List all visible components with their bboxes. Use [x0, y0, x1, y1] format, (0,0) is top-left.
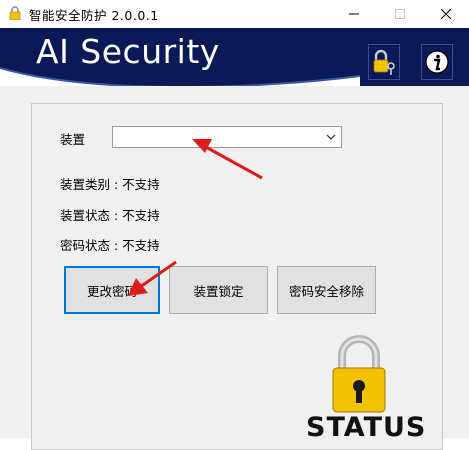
device-label: 装置	[60, 132, 86, 147]
window-title: 智能安全防护 2.0.0.1	[29, 8, 159, 23]
banner-title: AI Security	[36, 32, 220, 71]
chevron-down-icon	[326, 134, 336, 140]
close-icon	[441, 9, 451, 19]
main-content: 装置 装置类别 : 不支持 装置状态 : 不支持 密码状态 : 不支持 更改密码…	[0, 86, 469, 450]
device-group-box: 装置 装置类别 : 不支持 装置状态 : 不支持 密码状态 : 不支持 更改密码…	[31, 103, 443, 450]
lock-button[interactable]	[368, 44, 400, 80]
maximize-icon	[395, 9, 405, 19]
change-password-button[interactable]: 更改密码	[64, 266, 160, 314]
info-icon	[425, 50, 449, 74]
lock-device-button[interactable]: 装置锁定	[169, 266, 268, 314]
lock-key-icon	[373, 49, 395, 75]
status-label: STATUS	[306, 412, 427, 443]
minimize-icon	[349, 13, 359, 15]
password-state-status: 密码状态 : 不支持	[60, 238, 160, 253]
device-select[interactable]	[112, 126, 342, 148]
header-banner: AI Security	[0, 28, 469, 86]
device-type-status: 装置类别 : 不支持	[60, 177, 160, 192]
title-bar: 智能安全防护 2.0.0.1	[0, 0, 469, 28]
secure-remove-password-button[interactable]: 密码安全移除	[277, 266, 376, 314]
close-button[interactable]	[423, 0, 469, 28]
minimize-button[interactable]	[331, 0, 377, 28]
device-state-status: 装置状态 : 不支持	[60, 208, 160, 223]
padlock-app-icon	[9, 6, 21, 20]
info-button[interactable]	[421, 44, 453, 80]
padlock-status-icon	[332, 335, 386, 413]
maximize-button[interactable]	[377, 0, 423, 28]
